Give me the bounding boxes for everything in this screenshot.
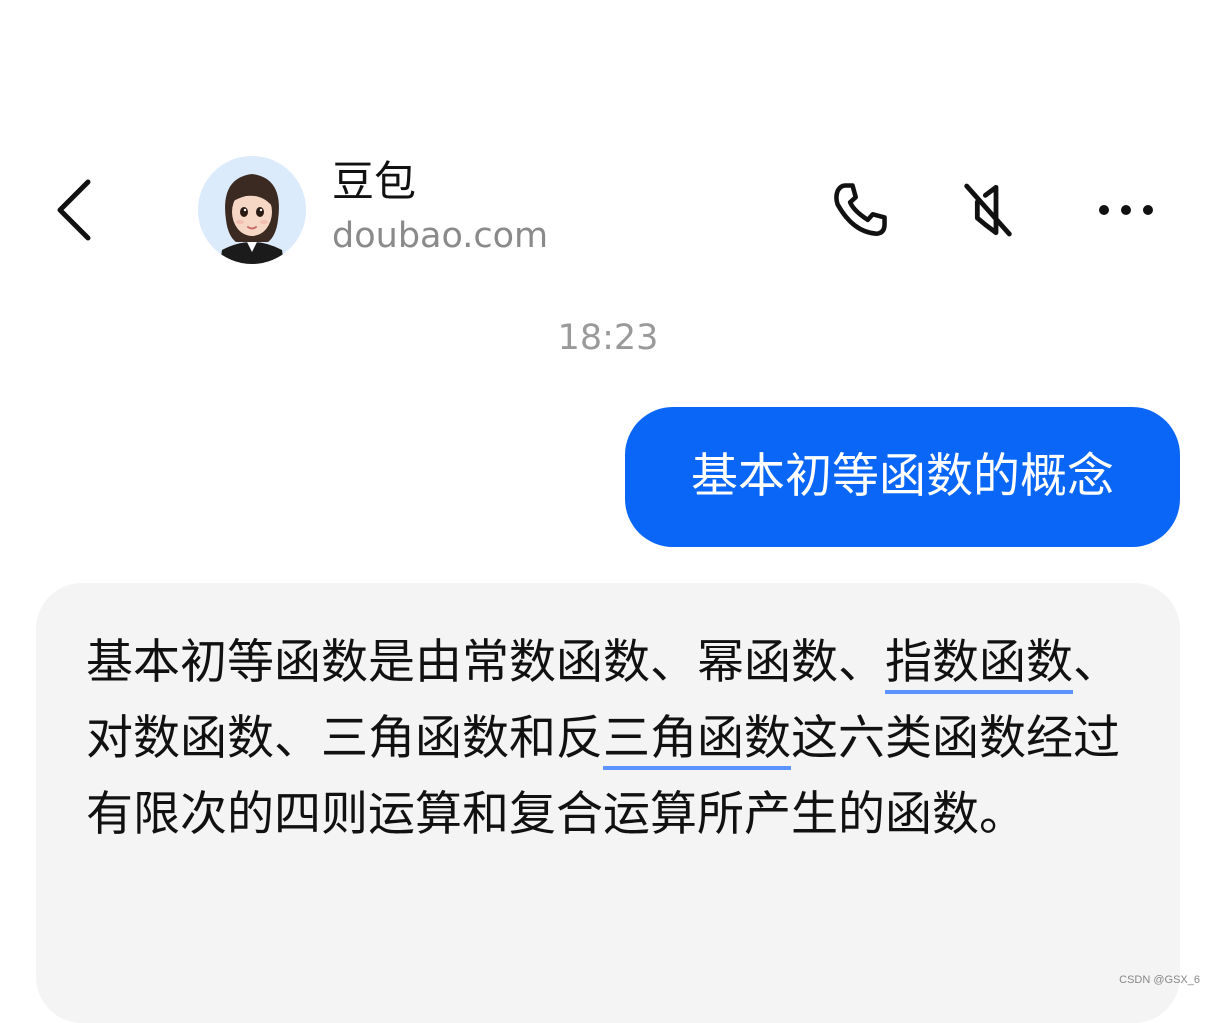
phone-icon [834,183,887,236]
chevron-left-icon [57,179,91,241]
bot-message-bubble[interactable]: 基本初等函数是由常数函数、幂函数、指数函数、对数函数、三角函数和反三角函数这六类… [36,583,1180,1023]
watermark: CSDN @GSX_6 [1119,974,1200,986]
back-button[interactable] [48,176,104,244]
bot-message-text: 基本初等函数是由常数函数、幂函数、指数函数、对数函数、三角函数和反三角函数这六类… [86,625,1130,853]
keyword-link-trig-function[interactable]: 三角函数 [603,711,791,766]
speaker-muted-icon [964,183,1012,237]
avatar[interactable] [198,156,306,264]
contact-name: 豆包 [332,157,417,206]
bot-text-segment: 基本初等函数是由常数函数、幂函数、 [86,635,885,690]
more-horizontal-icon [1099,205,1153,215]
user-message-text: 基本初等函数的概念 [691,449,1114,504]
call-button[interactable] [828,178,892,242]
avatar-illustration [198,156,306,264]
message-timestamp: 18:23 [557,318,659,358]
more-button[interactable] [1094,178,1158,242]
keyword-link-exponential-function[interactable]: 指数函数 [885,635,1073,690]
mute-button[interactable] [956,178,1020,242]
user-message-bubble[interactable]: 基本初等函数的概念 [625,407,1180,547]
contact-subtitle: doubao.com [332,216,549,256]
chat-header: 豆包 doubao.com [0,140,1216,280]
